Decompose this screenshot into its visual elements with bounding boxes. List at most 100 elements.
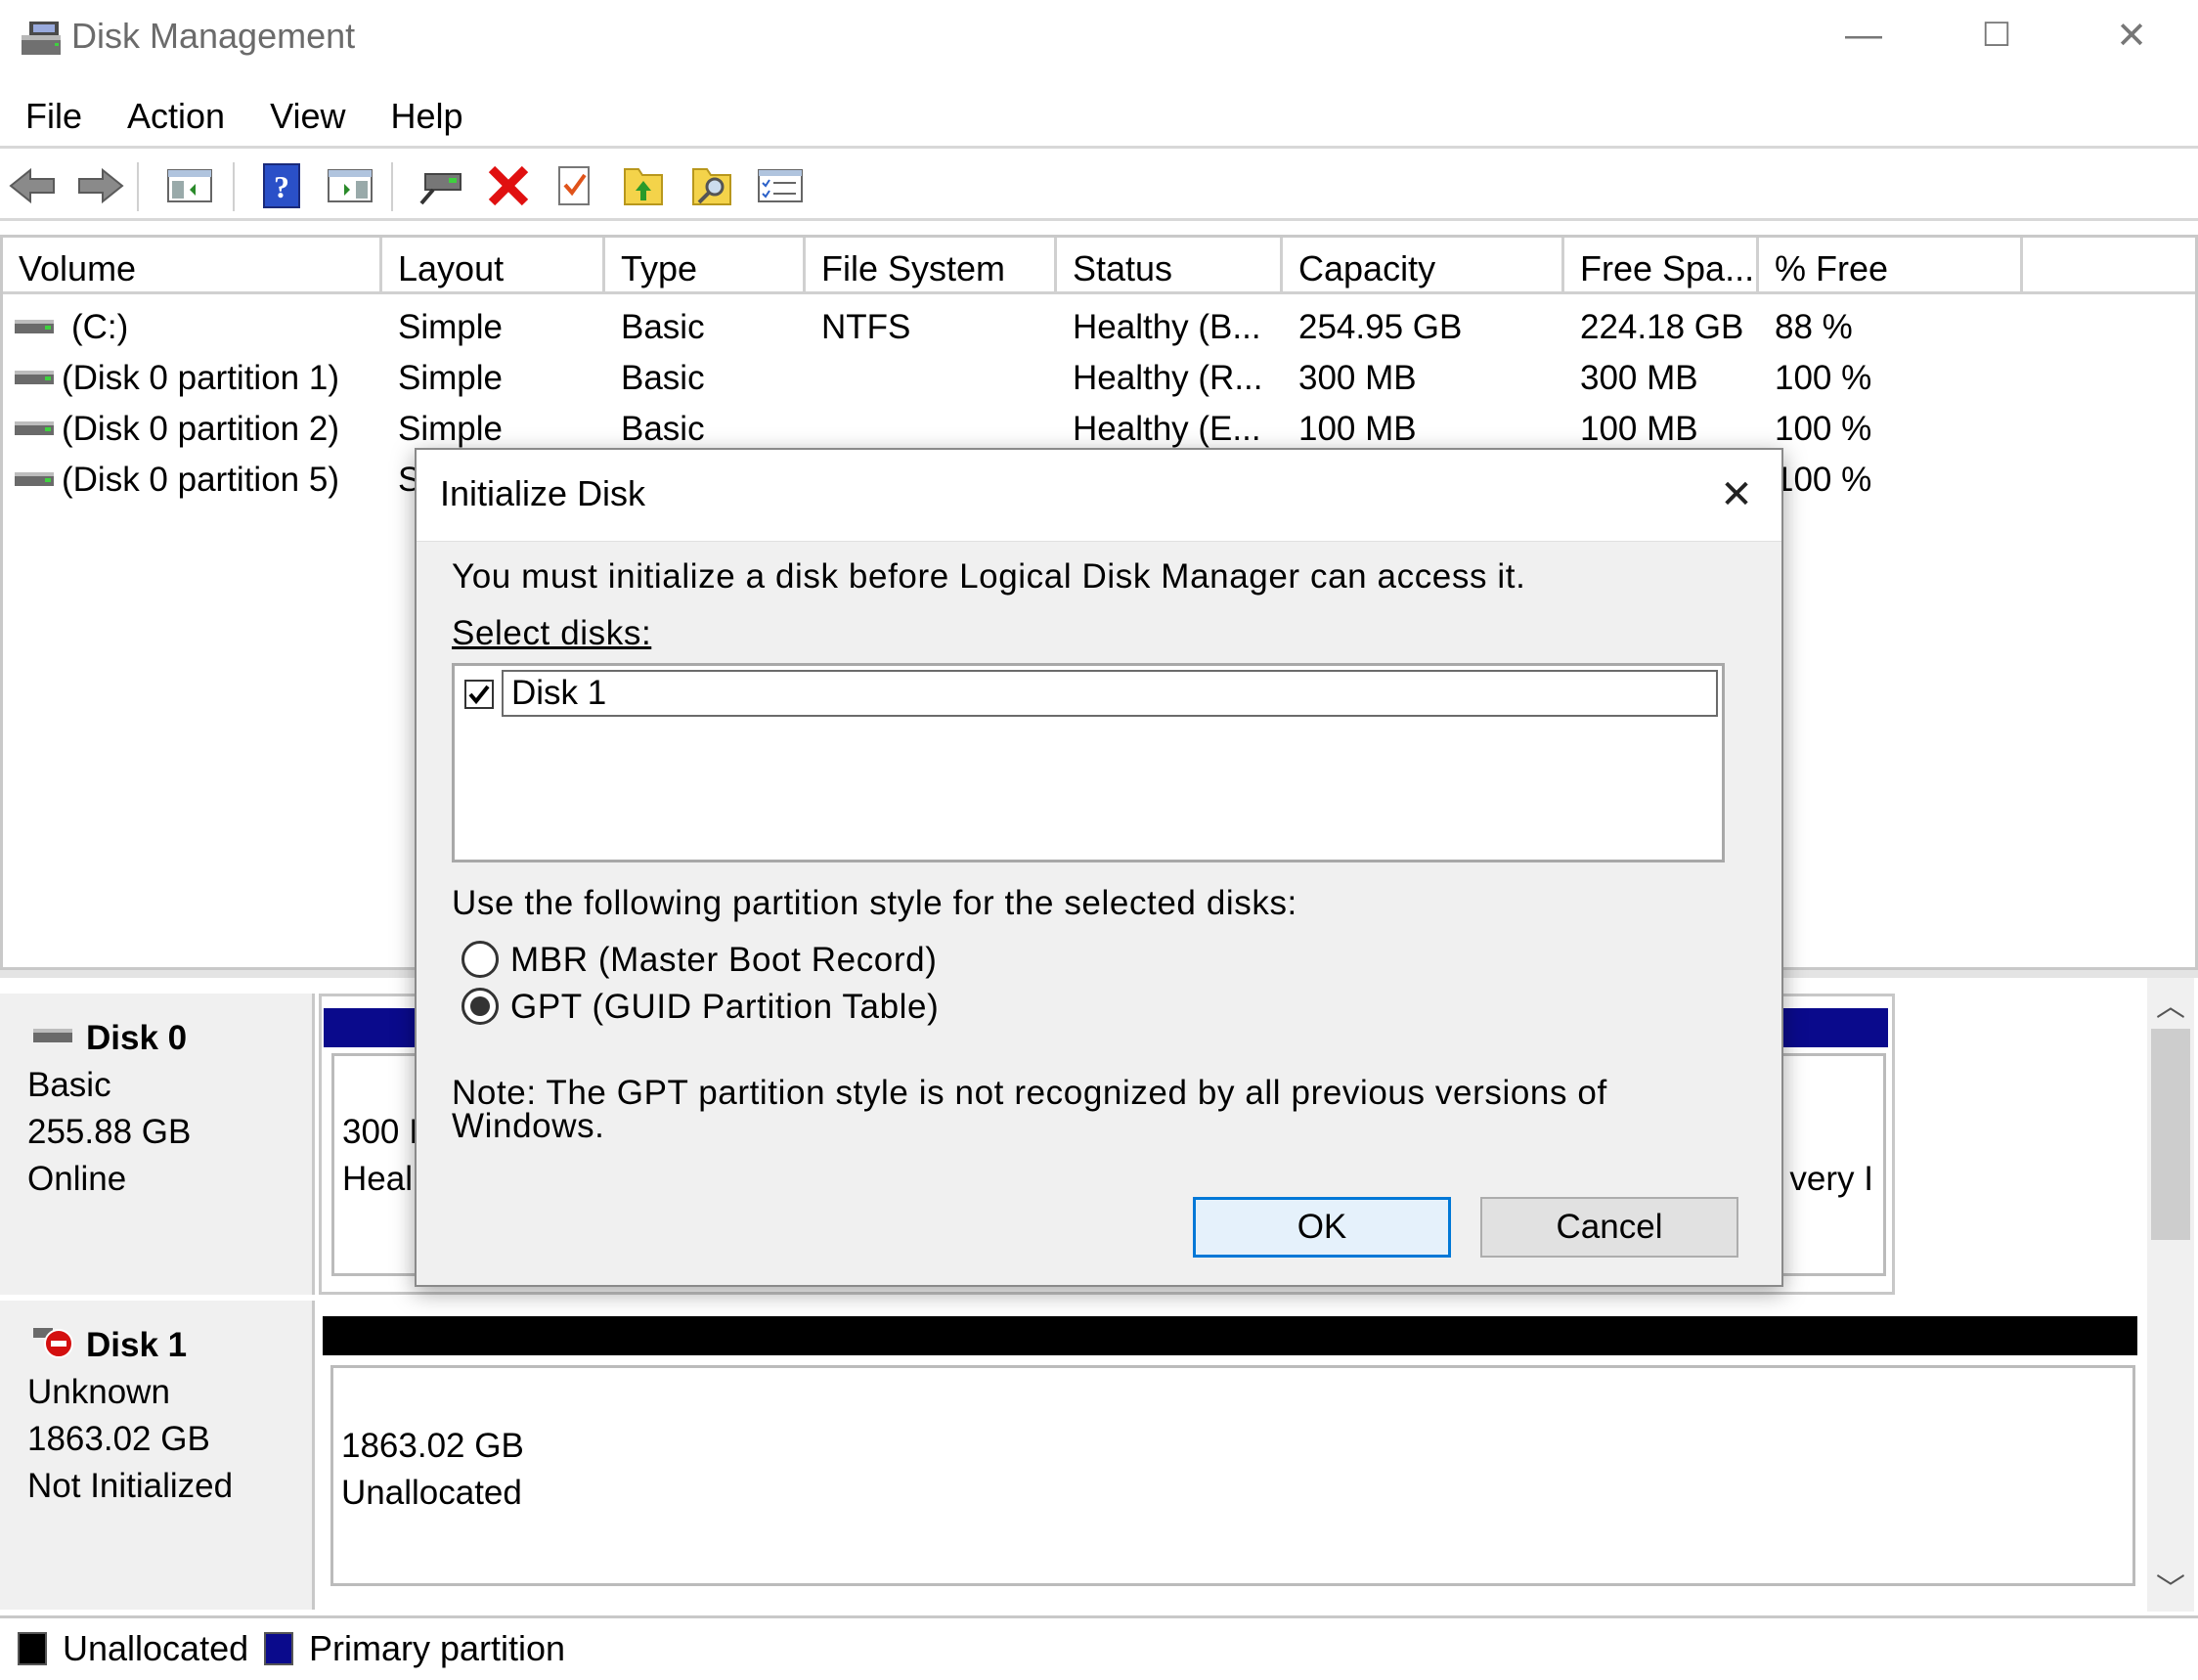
volume-free-space: 224.18 GB <box>1580 308 1744 346</box>
checkmark-icon <box>468 685 490 705</box>
disk-0-kind: Basic <box>27 1066 111 1104</box>
menu-file[interactable]: File <box>25 96 82 137</box>
disk-0-label[interactable]: Disk 0 Basic 255.88 GB Online <box>0 994 315 1295</box>
partition-status: very I <box>1789 1160 1873 1198</box>
forward-icon[interactable] <box>74 160 125 211</box>
disk-1-partitions: 1863.02 GB Unallocated <box>319 1301 2139 1610</box>
gpt-label[interactable]: GPT (GUID Partition Table) <box>510 988 939 1027</box>
select-disks-label: Select disks: <box>452 614 651 653</box>
back-icon[interactable] <box>8 160 59 211</box>
mbr-radio[interactable] <box>462 941 499 978</box>
column-percent-free[interactable]: % Free <box>1759 238 2023 292</box>
volume-status: Healthy (R... <box>1073 359 1263 397</box>
dialog-intro-text: You must initialize a disk before Logica… <box>452 557 1526 596</box>
legend-primary-label: Primary partition <box>309 1628 566 1668</box>
disk-1-state: Not Initialized <box>27 1467 234 1505</box>
disk-1-kind: Unknown <box>27 1373 170 1411</box>
minimize-button[interactable]: — <box>1797 0 1930 70</box>
disk-1-error-icon <box>33 1328 73 1358</box>
column-type[interactable]: Type <box>605 238 806 292</box>
title-bar: Disk Management — ☐ ✕ <box>0 0 2198 78</box>
volume-percent-free: 88 % <box>1775 308 1853 346</box>
column-free-space[interactable]: Free Spa... <box>1564 238 1759 292</box>
volume-percent-free: 100 % <box>1775 359 1872 397</box>
delete-icon[interactable] <box>483 160 534 211</box>
volume-row[interactable]: (C:) Simple Basic NTFS Healthy (B... 254… <box>3 302 2195 353</box>
svg-text:?: ? <box>274 169 289 204</box>
disk-0-name: Disk 0 <box>86 1019 188 1057</box>
column-file-system[interactable]: File System <box>806 238 1057 292</box>
disk-management-window: Disk Management — ☐ ✕ File Action View H… <box>0 0 2198 1680</box>
gpt-note-line-1: Note: The GPT partition style is not rec… <box>452 1074 1607 1112</box>
window-title: Disk Management <box>71 16 356 56</box>
volume-percent-free: 100 % <box>1775 410 1872 448</box>
dialog-title-bar: Initialize Disk ✕ <box>417 450 1781 542</box>
partition-style-label: Use the following partition style for th… <box>452 884 1297 922</box>
view-list-icon[interactable] <box>755 160 806 211</box>
volume-status: Healthy (B... <box>1073 308 1261 346</box>
volume-row[interactable]: (Disk 0 partition 1) Simple Basic Health… <box>3 353 2195 404</box>
maximize-button[interactable]: ☐ <box>1930 0 2063 70</box>
partition-size: 300 I <box>342 1113 418 1151</box>
volume-drive-icon <box>15 472 54 486</box>
menu-view[interactable]: View <box>270 96 345 137</box>
scroll-up-arrow-icon[interactable]: ︿ <box>2155 982 2186 1023</box>
folder-up-icon[interactable] <box>618 160 669 211</box>
volume-name: (Disk 0 partition 5) <box>62 461 339 499</box>
help-icon[interactable]: ? <box>256 160 307 211</box>
scroll-down-arrow-icon[interactable]: ﹀ <box>2155 1565 2186 1606</box>
show-hide-action-pane-icon[interactable] <box>325 160 375 211</box>
scrollbar-thumb[interactable] <box>2151 1029 2190 1240</box>
show-hide-console-tree-icon[interactable] <box>164 160 215 211</box>
column-capacity[interactable]: Capacity <box>1283 238 1564 292</box>
volume-capacity: 300 MB <box>1298 359 1417 397</box>
mbr-label[interactable]: MBR (Master Boot Record) <box>510 941 937 980</box>
volume-name: (Disk 0 partition 1) <box>62 359 339 397</box>
graph-scrollbar[interactable]: ︿ ﹀ <box>2147 978 2194 1612</box>
disk-1-unallocated-region[interactable]: 1863.02 GB Unallocated <box>330 1365 2135 1586</box>
menu-action[interactable]: Action <box>127 96 225 137</box>
cancel-button[interactable]: Cancel <box>1480 1197 1738 1258</box>
menu-help[interactable]: Help <box>390 96 462 137</box>
column-volume[interactable]: Volume <box>3 238 382 292</box>
unallocated-label: Unallocated <box>341 1474 522 1512</box>
gpt-radio[interactable] <box>462 988 499 1025</box>
disk-0-state: Online <box>27 1160 127 1198</box>
explore-icon[interactable] <box>686 160 737 211</box>
disk-1-checkbox[interactable] <box>464 680 494 709</box>
select-disks-label-text: Select disks: <box>452 614 652 652</box>
toolbar: ? <box>0 151 2198 221</box>
volume-name: (C:) <box>71 308 129 346</box>
ok-button[interactable]: OK <box>1193 1197 1451 1258</box>
volume-capacity: 254.95 GB <box>1298 308 1463 346</box>
disk-list-item[interactable]: Disk 1 <box>459 670 1720 717</box>
volume-list-header: Volume Layout Type File System Status Ca… <box>3 238 2195 294</box>
disk-0-size: 255.88 GB <box>27 1113 192 1151</box>
column-layout[interactable]: Layout <box>382 238 605 292</box>
legend-unallocated-swatch <box>18 1632 47 1665</box>
volume-percent-free: 100 % <box>1775 461 1872 499</box>
disk-1-label[interactable]: Disk 1 Unknown 1863.02 GB Not Initialize… <box>0 1301 315 1610</box>
disk-1-name: Disk 1 <box>86 1326 188 1364</box>
properties-icon[interactable] <box>550 160 600 211</box>
volume-drive-icon <box>15 421 54 435</box>
dialog-close-button[interactable]: ✕ <box>1709 467 1764 522</box>
volume-file-system: NTFS <box>821 308 911 346</box>
disk-1-unallocated-bar <box>323 1316 2137 1355</box>
volume-layout: Simple <box>398 359 503 397</box>
legend-bar: Unallocated Primary partition <box>0 1615 2198 1676</box>
volume-type: Basic <box>621 308 705 346</box>
volume-layout: Simple <box>398 308 503 346</box>
legend-unallocated-label: Unallocated <box>63 1628 249 1668</box>
close-button[interactable]: ✕ <box>2065 0 2198 70</box>
column-status[interactable]: Status <box>1057 238 1283 292</box>
unallocated-size: 1863.02 GB <box>341 1427 524 1465</box>
initialize-disk-dialog: Initialize Disk ✕ You must initialize a … <box>415 448 1783 1287</box>
dialog-title: Initialize Disk <box>440 473 646 513</box>
menu-bar: File Action View Help <box>0 86 2198 149</box>
volume-free-space: 300 MB <box>1580 359 1698 397</box>
gpt-note-line-2: Windows. <box>452 1107 605 1145</box>
disk-1-size: 1863.02 GB <box>27 1420 210 1458</box>
connect-drive-icon[interactable] <box>415 160 465 211</box>
disk-selection-list[interactable]: Disk 1 <box>452 663 1725 862</box>
